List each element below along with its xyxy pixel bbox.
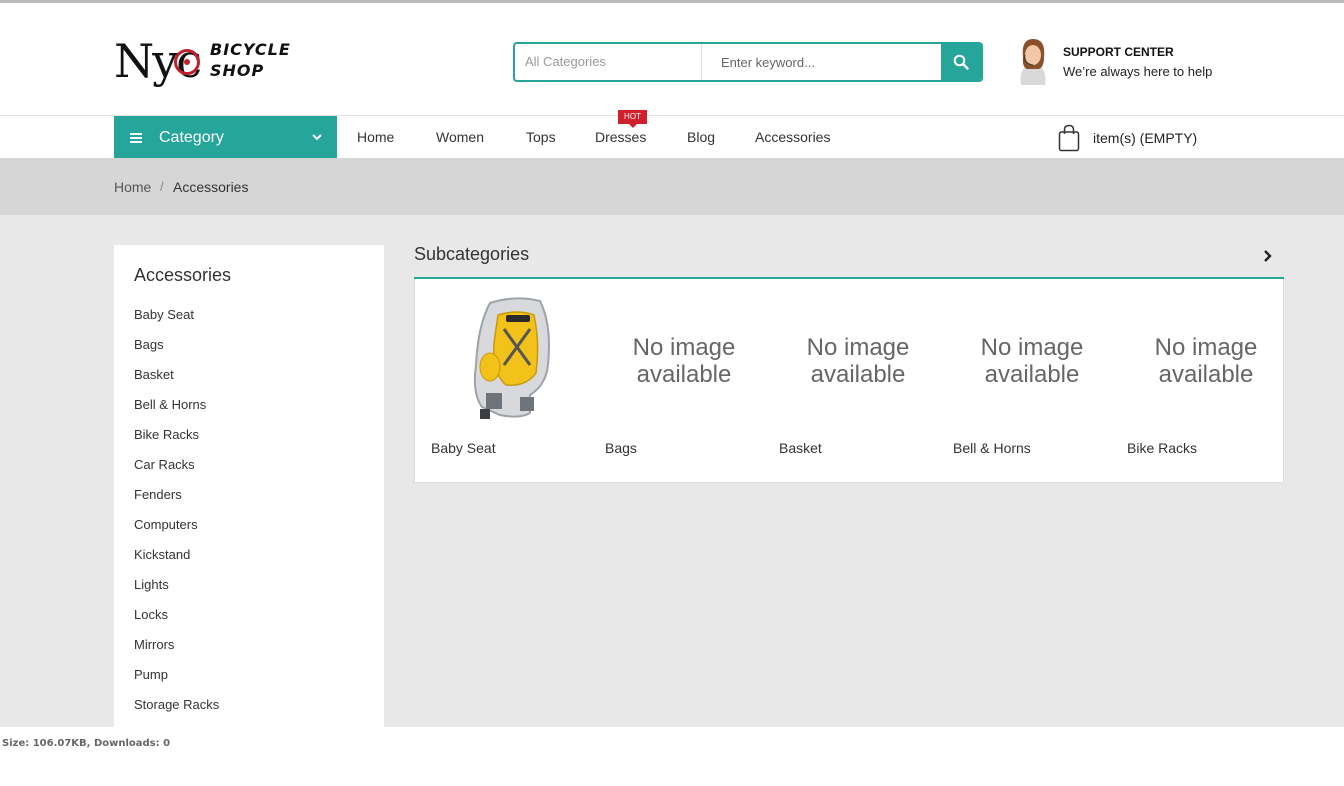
subcategory-label: Bags (605, 440, 637, 456)
sidebar-item-locks[interactable]: Locks (134, 607, 219, 637)
search-bar: All Categories (513, 42, 983, 82)
no-image-placeholder: No image available (604, 293, 764, 429)
nav-item-women[interactable]: Women (436, 116, 484, 159)
no-image-placeholder: No image available (778, 293, 938, 429)
sidebar-item-lights[interactable]: Lights (134, 577, 219, 607)
logo-text: BICYCLE SHOP (210, 39, 291, 81)
support-subtitle: We’re always here to help (1063, 64, 1213, 79)
chevron-right-icon[interactable] (1262, 249, 1274, 263)
subcategory-card-bike-racks[interactable]: No image available Bike Racks (1126, 293, 1286, 473)
sidebar-title: Accessories (134, 265, 232, 285)
shopping-bag-icon (1058, 124, 1080, 152)
logo[interactable]: Nyc BICYCLE SHOP (114, 33, 294, 89)
hot-badge: HOT (618, 110, 647, 128)
sidebar-item-storage-racks[interactable]: Storage Racks (134, 697, 219, 727)
logo-line-2: SHOP (210, 61, 265, 80)
search-button[interactable] (941, 44, 981, 80)
nav-item-tops[interactable]: Tops (526, 116, 556, 159)
sidebar-item-basket[interactable]: Basket (134, 367, 219, 397)
no-image-text: No image available (633, 334, 736, 388)
chevron-down-icon (312, 134, 322, 141)
cart-button[interactable]: item(s) (EMPTY) (1058, 124, 1197, 152)
main-nav: Category Home Women Tops Dresses HOT Blo… (0, 110, 1344, 159)
file-info-note: Size: 106.07KB, Downloads: 0 (2, 738, 171, 749)
sidebar-item-computers[interactable]: Computers (134, 517, 219, 547)
search-category-select[interactable]: All Categories (515, 44, 702, 80)
no-image-placeholder: No image available (1126, 293, 1286, 429)
subcategory-image (430, 293, 590, 429)
sidebar-item-baby-seat[interactable]: Baby Seat (134, 307, 219, 337)
sidebar-item-bike-racks[interactable]: Bike Racks (134, 427, 219, 457)
no-image-line-2: available (636, 361, 732, 388)
subcategories-carousel: Baby Seat No image available Bags No ima… (414, 279, 1284, 483)
sidebar-item-bell-horns[interactable]: Bell & Horns (134, 397, 219, 427)
main-content: Accessories Baby Seat Bags Basket Bell &… (0, 215, 1344, 727)
no-image-line-1: No image (806, 334, 910, 361)
support-avatar (1020, 39, 1046, 85)
no-image-text: No image available (807, 334, 910, 388)
nav-item-accessories[interactable]: Accessories (755, 116, 830, 159)
cart-status: item(s) (EMPTY) (1093, 130, 1198, 146)
no-image-line-2: available (984, 361, 1080, 388)
search-input[interactable] (703, 44, 943, 80)
category-sidebar: Accessories Baby Seat Bags Basket Bell &… (114, 245, 384, 727)
sidebar-item-mirrors[interactable]: Mirrors (134, 637, 219, 667)
no-image-line-1: No image (1154, 334, 1258, 361)
no-image-text: No image available (1155, 334, 1258, 388)
support-title: SUPPORT CENTER (1063, 45, 1174, 59)
sidebar-item-fenders[interactable]: Fenders (134, 487, 219, 517)
no-image-line-2: available (810, 361, 906, 388)
subcategory-label: Bell & Horns (953, 440, 1031, 456)
site-header: Nyc BICYCLE SHOP All Categories SUPPORT … (0, 5, 1344, 115)
breadcrumb-separator: / (160, 179, 164, 194)
logo-wheel-icon (174, 49, 200, 75)
breadcrumb-home[interactable]: Home (114, 179, 151, 195)
breadcrumb-current: Accessories (173, 179, 249, 195)
sidebar-item-kickstand[interactable]: Kickstand (134, 547, 219, 577)
subcategory-card-baby-seat[interactable]: Baby Seat (430, 293, 590, 473)
logo-line-1: BICYCLE (210, 40, 291, 59)
category-menu-button[interactable]: Category (114, 116, 337, 159)
no-image-placeholder: No image available (952, 293, 1112, 429)
sidebar-item-bags[interactable]: Bags (134, 337, 219, 367)
no-image-line-1: No image (632, 334, 736, 361)
subcategory-label: Bike Racks (1127, 440, 1198, 456)
subcategories-title: Subcategories (414, 244, 530, 264)
subcategory-card-basket[interactable]: No image available Basket (778, 293, 938, 473)
nav-item-home[interactable]: Home (357, 116, 394, 159)
hamburger-icon (130, 132, 142, 143)
breadcrumb: Home / Accessories (0, 158, 1344, 215)
subcategory-label: Baby Seat (431, 440, 496, 456)
sidebar-list: Baby Seat Bags Basket Bell & Horns Bike … (134, 307, 219, 727)
baby-seat-image (473, 297, 550, 419)
subcategory-label: Basket (779, 440, 822, 456)
no-image-text: No image available (981, 334, 1084, 388)
sidebar-item-pump[interactable]: Pump (134, 667, 219, 697)
nav-item-blog[interactable]: Blog (687, 116, 715, 159)
subcategory-card-bell-horns[interactable]: No image available Bell & Horns (952, 293, 1112, 473)
search-icon (953, 54, 969, 70)
subcategory-card-bags[interactable]: No image available Bags (604, 293, 764, 473)
no-image-line-2: available (1158, 361, 1254, 388)
category-menu-label: Category (159, 128, 224, 146)
sidebar-item-car-racks[interactable]: Car Racks (134, 457, 219, 487)
no-image-line-1: No image (980, 334, 1084, 361)
